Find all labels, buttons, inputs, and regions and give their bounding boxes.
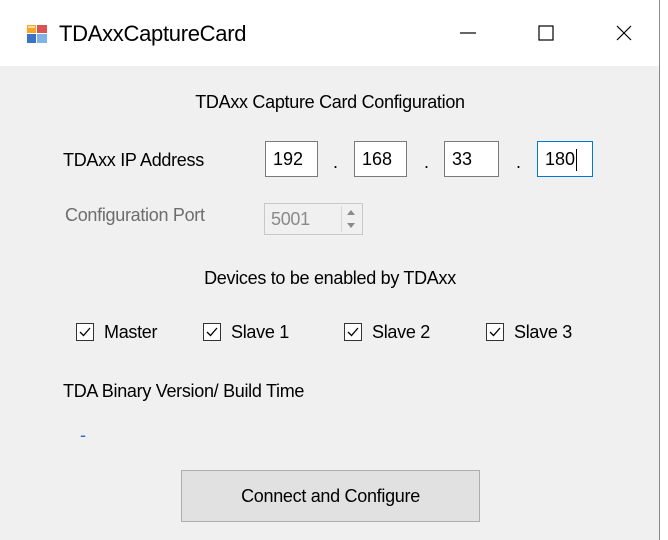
ip-octet-3-input[interactable]: 33 [444,141,499,177]
config-port-spinner[interactable]: 5001 [264,203,363,235]
close-icon [616,25,632,41]
connect-configure-button[interactable]: Connect and Configure [181,470,480,522]
ip-octet-4-input[interactable]: 180 [537,141,593,177]
minimize-button[interactable] [433,0,503,66]
master-checkbox[interactable]: Master [76,320,158,344]
text-caret [576,149,578,172]
slave-1-label: Slave 1 [231,321,289,342]
maximize-icon [538,25,554,41]
ip-octet-2-input[interactable]: 168 [354,141,407,177]
devices-heading: Devices to be enabled by TDAxx [204,268,456,288]
slave-3-label: Slave 3 [514,321,572,342]
title-bar[interactable]: TDAxxCaptureCard [0,0,659,66]
slave-1-checkbox[interactable]: Slave 1 [203,320,289,344]
checkbox-check-icon[interactable] [344,323,362,341]
master-label: Master [104,321,158,342]
slave-2-checkbox[interactable]: Slave 2 [344,320,430,344]
config-heading: TDAxx Capture Card Configuration [195,92,465,112]
spinner-arrows[interactable] [341,206,360,232]
spin-up-icon[interactable] [342,206,360,219]
close-button[interactable] [589,0,659,66]
slave-3-checkbox[interactable]: Slave 3 [486,320,572,344]
spin-down-icon[interactable] [342,219,360,232]
main-window: TDAxxCaptureCard TDAxx Capture Card Conf… [0,0,660,540]
checkbox-check-icon[interactable] [76,323,94,341]
config-port-label: Configuration Port [65,205,205,225]
checkbox-check-icon[interactable] [486,323,504,341]
version-value: - [80,425,86,445]
ip-octet-4-value: 180 [545,149,576,169]
ip-separator-2: . [424,152,430,172]
app-window-icon [27,25,47,43]
window-title: TDAxxCaptureCard [59,21,247,46]
ip-address-label: TDAxx IP Address [63,150,204,170]
ip-octet-1-input[interactable]: 192 [265,141,318,177]
maximize-button[interactable] [511,0,581,66]
ip-separator-3: . [516,152,522,172]
checkbox-check-icon[interactable] [203,323,221,341]
version-label: TDA Binary Version/ Build Time [63,381,305,401]
ip-separator-1: . [333,152,339,172]
minimize-icon [460,32,476,34]
config-port-value: 5001 [271,209,310,229]
slave-2-label: Slave 2 [372,321,430,342]
